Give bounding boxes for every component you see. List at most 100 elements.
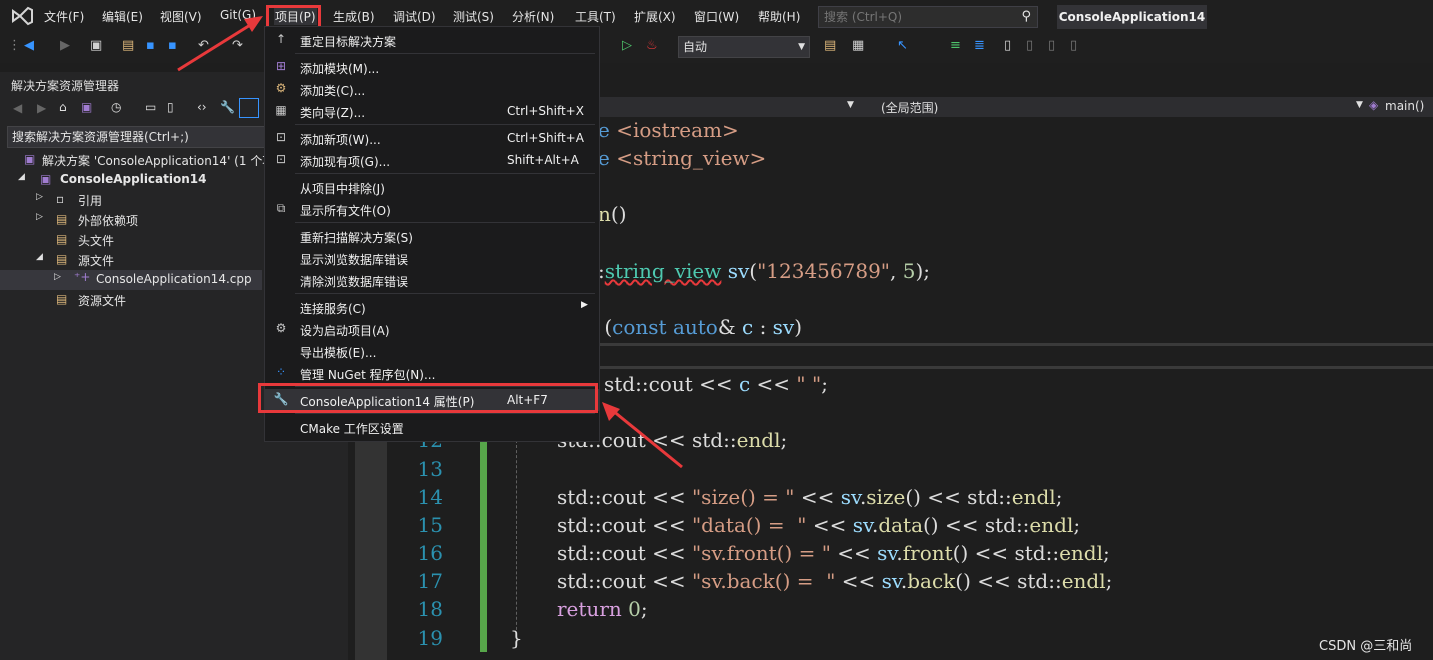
menu-extensions[interactable]: 扩展(X) [634, 8, 676, 25]
menu-item-add-class[interactable]: ⚙ 添加类(C)... [265, 78, 599, 100]
tree-item-references[interactable]: 引用 [78, 192, 102, 209]
search-input[interactable] [819, 7, 1014, 27]
back-icon[interactable]: ◀ [13, 101, 22, 115]
code-line: :string_view sv("123456789", 5); [598, 259, 930, 283]
save-icon[interactable]: ▪ [146, 38, 155, 53]
line-number: 13 [417, 457, 443, 481]
chevron-down-icon[interactable]: ▼ [847, 100, 854, 110]
expanded-arrow-icon[interactable]: ◢ [36, 252, 43, 262]
menu-window[interactable]: 窗口(W) [694, 8, 739, 25]
project-menu: ↑ 重定目标解决方案 ⊞ 添加模块(M)... ⚙ 添加类(C)... ▦ 类向导(Z)… [264, 26, 600, 442]
pointer-icon[interactable]: ↖ [897, 38, 908, 53]
scope-dropdown[interactable]: (全局范围) [881, 99, 938, 116]
forward-icon[interactable]: ▶ [37, 101, 46, 115]
menu-item-add-module[interactable]: ⊞ 添加模块(M)... [265, 56, 599, 78]
solution-explorer-title: 解决方案资源管理器 [11, 79, 120, 93]
expanded-arrow-icon[interactable]: ◢ [18, 172, 25, 182]
bookmark-icon[interactable]: ▯ [1004, 38, 1011, 53]
menu-item-retarget-solution[interactable]: ↑ 重定目标解决方案 [265, 29, 599, 51]
menu-view[interactable]: 视图(V) [160, 8, 202, 25]
solution-config-value: 自动 [683, 40, 708, 54]
code-line: std::cout << "size() = " << sv.size() <<… [557, 485, 1063, 509]
code-line: std::cout << "sv.back() = " << sv.back()… [557, 569, 1113, 593]
home-icon[interactable]: ⌂ [59, 100, 67, 114]
solution-config-dropdown[interactable]: 自动 ▼ [678, 36, 810, 58]
change-indicator-bar [480, 430, 487, 652]
tree-item-header-files[interactable]: 头文件 [78, 232, 114, 249]
menu-file[interactable]: 文件(F) [44, 8, 84, 25]
preview-selected-icon[interactable] [239, 98, 259, 118]
hot-reload-icon[interactable]: ♨ [646, 38, 658, 53]
search-icon[interactable]: ⚲ [1021, 9, 1031, 24]
switch-views-icon[interactable]: ▣ [81, 100, 92, 114]
menu-separator [295, 222, 595, 223]
editor-split-bottom [598, 366, 1433, 369]
menu-debug[interactable]: 调试(D) [393, 8, 436, 25]
open-folder-icon[interactable]: ▤ [122, 38, 134, 53]
code-line: std::cout << "sv.front() = " << sv.front… [557, 541, 1110, 565]
code-line: std::cout << c << " "; [604, 372, 828, 396]
menu-item-connected-services[interactable]: 连接服务(C) ▶ [265, 296, 599, 318]
clear-bookmark-icon[interactable]: ▯ [1070, 38, 1077, 53]
show-all-files-icon[interactable]: ▯ [167, 100, 174, 114]
comment-icon[interactable]: ≡ [950, 38, 961, 53]
start-icon[interactable]: ▷ [622, 38, 632, 53]
menu-item-exclude-from-project[interactable]: 从项目中排除(J) [265, 176, 599, 198]
menu-separator [295, 124, 595, 125]
menu-item-manage-nuget[interactable]: ⁘ 管理 NuGet 程序包(N)... [265, 362, 599, 384]
search-box: ⚲ [818, 6, 1038, 28]
tree-item-source-files[interactable]: 源文件 [78, 252, 114, 269]
menu-item-rescan-solution[interactable]: 重新扫描解决方案(S) [265, 225, 599, 247]
save-all-icon[interactable]: ▪ [168, 38, 177, 53]
code-line: } [510, 626, 523, 650]
tree-item-cpp-file[interactable]: ConsoleApplication14.cpp [96, 272, 252, 286]
chevron-down-icon[interactable]: ▼ [1356, 100, 1363, 110]
code-line: e <string_view> [598, 146, 767, 170]
menu-separator [295, 413, 595, 414]
forward-icon[interactable]: ▶ [60, 38, 70, 53]
history-icon[interactable]: ◷ [111, 100, 121, 114]
prev-bookmark-icon[interactable]: ▯ [1026, 38, 1033, 53]
undo-icon[interactable]: ↶ [198, 38, 209, 53]
folder-icon[interactable]: ▤ [824, 38, 836, 53]
back-icon[interactable]: ◀ [24, 38, 34, 53]
line-number: 19 [417, 626, 443, 650]
tree-item-project[interactable]: ConsoleApplication14 [60, 172, 206, 186]
tree-item-solution[interactable]: 解决方案 'ConsoleApplication14' (1 个项 [42, 152, 274, 169]
line-number: 17 [417, 569, 443, 593]
menu-item-set-startup-project[interactable]: ⚙ 设为启动项目(A) [265, 318, 599, 340]
next-bookmark-icon[interactable]: ▯ [1048, 38, 1055, 53]
menu-git[interactable]: Git(G) [220, 8, 256, 22]
collapsed-arrow-icon[interactable]: ▷ [36, 212, 43, 222]
redo-icon[interactable]: ↷ [232, 38, 243, 53]
menu-help[interactable]: 帮助(H) [758, 8, 800, 25]
menu-analyze[interactable]: 分析(N) [512, 8, 554, 25]
wrench-icon[interactable]: 🔧 [220, 100, 235, 114]
collapse-all-icon[interactable]: ▭ [145, 100, 156, 114]
menu-item-clear-browse-errors[interactable]: 清除浏览数据库错误 [265, 269, 599, 291]
menu-item-show-all-files[interactable]: ⧉ 显示所有文件(O) [265, 198, 599, 220]
tree-item-resource-files[interactable]: 资源文件 [78, 292, 126, 309]
new-project-icon[interactable]: ▣ [90, 38, 102, 53]
add-class-icon: ⚙ [275, 81, 287, 95]
menu-edit[interactable]: 编辑(E) [102, 8, 143, 25]
window-layout-icon[interactable]: ▦ [852, 38, 864, 53]
menu-tools[interactable]: 工具(T) [575, 8, 616, 25]
view-code-icon[interactable]: ‹› [197, 100, 207, 114]
menu-item-export-template[interactable]: 导出模板(E)... [265, 340, 599, 362]
tree-item-external-deps[interactable]: 外部依赖项 [78, 212, 138, 229]
menu-item-add-existing-item[interactable]: ⊡ 添加现有项(G)... Shift+Alt+A [265, 149, 599, 171]
menu-item-class-wizard[interactable]: ▦ 类向导(Z)... Ctrl+Shift+X [265, 100, 599, 122]
menu-build[interactable]: 生成(B) [333, 8, 375, 25]
menu-item-cmake-settings[interactable]: CMake 工作区设置 [265, 416, 599, 438]
uncomment-icon[interactable]: ≣ [974, 38, 985, 53]
collapsed-arrow-icon[interactable]: ▷ [54, 272, 61, 282]
function-dropdown[interactable]: main() [1385, 99, 1424, 113]
menu-item-show-browse-errors[interactable]: 显示浏览数据库错误 [265, 247, 599, 269]
menu-item-add-new-item[interactable]: ⊡ 添加新项(W)... Ctrl+Shift+A [265, 127, 599, 149]
collapsed-arrow-icon[interactable]: ▷ [36, 192, 43, 202]
menu-test[interactable]: 测试(S) [453, 8, 494, 25]
chevron-down-icon: ▼ [798, 42, 805, 52]
up-arrow-icon: ↑ [275, 32, 287, 46]
menubar: 文件(F) 编辑(E) 视图(V) Git(G) 项目(P) 生成(B) 调试(… [0, 0, 1433, 33]
